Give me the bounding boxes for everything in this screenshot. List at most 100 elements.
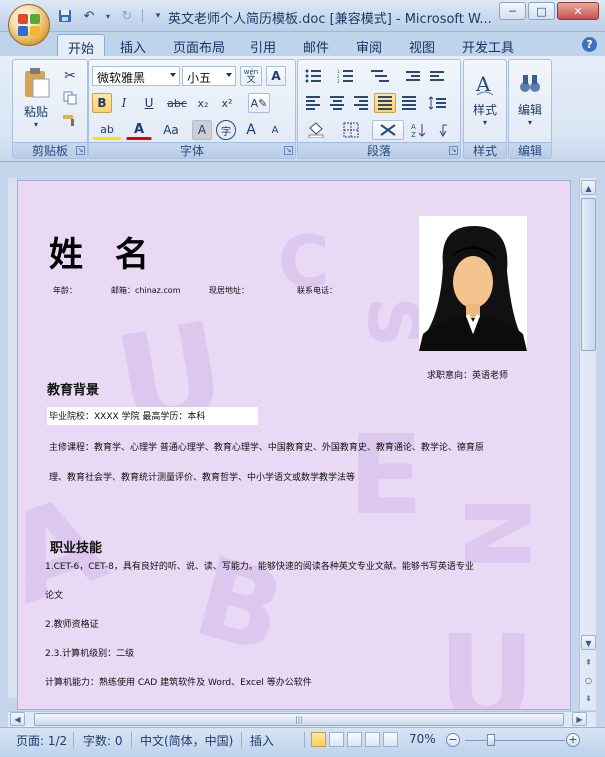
font-name-value: 微软雅黑: [97, 71, 146, 85]
horizontal-scrollbar[interactable]: ◀ ||| ▶: [8, 711, 596, 727]
tab-page-layout[interactable]: 页面布局: [163, 34, 235, 57]
prev-page-icon[interactable]: ⇞: [581, 655, 596, 670]
paste-button[interactable]: 粘贴 ▾: [17, 64, 55, 132]
justify-icon[interactable]: [374, 93, 396, 113]
outline-view-icon[interactable]: [365, 732, 380, 747]
superscript-button[interactable]: x²: [216, 93, 238, 113]
tab-insert[interactable]: 插入: [110, 34, 156, 57]
font-launcher-icon[interactable]: ↘: [284, 146, 293, 155]
shading-icon[interactable]: [302, 120, 332, 140]
svg-text:A: A: [411, 123, 416, 131]
info-email: 邮箱：chinaz.com: [111, 286, 181, 295]
show-formatting-icon[interactable]: [432, 120, 454, 140]
align-left-icon[interactable]: [302, 93, 324, 113]
scroll-thumb[interactable]: [581, 198, 596, 351]
tab-home[interactable]: 开始: [57, 34, 106, 57]
strikethrough-button[interactable]: abc: [164, 93, 190, 113]
customize-qat-icon[interactable]: ▾: [149, 7, 167, 25]
undo-icon[interactable]: ↶: [80, 7, 98, 25]
help-icon[interactable]: ?: [582, 37, 597, 52]
language-indicator[interactable]: 中文(简体，中国): [140, 732, 233, 749]
info-address: 现居地址：: [209, 286, 249, 295]
phonetic-guide-button[interactable]: wén 文: [240, 66, 262, 86]
subscript-button[interactable]: x₂: [192, 93, 214, 113]
undo-dropdown-icon[interactable]: ▾: [104, 7, 112, 25]
zoom-out-button[interactable]: −: [446, 733, 460, 747]
italic-button[interactable]: I: [114, 93, 134, 113]
shrink-font-button[interactable]: A: [264, 120, 286, 140]
zoom-in-button[interactable]: +: [566, 733, 580, 747]
font-color-button[interactable]: A: [126, 120, 152, 140]
word-count[interactable]: 字数: 0: [83, 732, 123, 749]
save-icon[interactable]: [56, 7, 74, 25]
clipboard-launcher-icon[interactable]: ↘: [76, 146, 85, 155]
ribbon-tabs: 开始 插入 页面布局 引用 邮件 审阅 视图 开发工具 ?: [0, 32, 605, 57]
tab-view[interactable]: 视图: [399, 34, 445, 57]
tab-review[interactable]: 审阅: [346, 34, 392, 57]
font-name-dropdown[interactable]: 微软雅黑: [92, 66, 180, 86]
styles-group: A 样式 ▾ 样式: [463, 59, 507, 159]
page-count[interactable]: 页面: 1/2: [16, 732, 67, 749]
tab-developer[interactable]: 开发工具: [452, 34, 524, 57]
scroll-right-icon[interactable]: ▶: [572, 712, 587, 726]
close-button[interactable]: ✕: [557, 2, 599, 20]
sort-icon[interactable]: AZ: [408, 120, 430, 140]
zoom-level[interactable]: 70%: [409, 732, 436, 746]
char-border-button[interactable]: A: [266, 66, 286, 86]
format-painter-icon[interactable]: [59, 110, 81, 130]
redo-icon[interactable]: ↻: [118, 7, 136, 25]
courses-line-2: 理、教育社会学、教育统计测量评价、教育哲学、中小学语文或数学教学法等: [49, 473, 356, 483]
paragraph-launcher-icon[interactable]: ↘: [449, 146, 458, 155]
scroll-left-icon[interactable]: ◀: [10, 712, 25, 726]
courses-line-1: 主修课程：教育学、心理学 普通心理学、教育心理学、中国教育史、外国教育史、教育通…: [49, 443, 484, 453]
clear-formatting-icon[interactable]: A✎: [248, 93, 270, 113]
watermark-letter: U: [105, 292, 236, 462]
vertical-scrollbar[interactable]: ▲ ▼ ⇞ ○ ⇟: [579, 178, 596, 710]
draft-view-icon[interactable]: [383, 732, 398, 747]
tab-mailings[interactable]: 邮件: [293, 34, 339, 57]
increase-indent-icon[interactable]: [426, 66, 448, 86]
grow-font-button[interactable]: A: [240, 120, 262, 140]
profile-photo: [419, 216, 527, 351]
web-layout-view-icon[interactable]: [347, 732, 362, 747]
line-spacing-icon[interactable]: [424, 93, 454, 113]
copy-icon[interactable]: [59, 88, 81, 108]
editing-button[interactable]: 编辑 ▾: [512, 64, 548, 134]
scroll-up-icon[interactable]: ▲: [581, 180, 596, 195]
maximize-button[interactable]: □: [528, 2, 555, 20]
office-button[interactable]: [8, 4, 50, 46]
bold-button[interactable]: B: [92, 93, 112, 113]
full-screen-reading-view-icon[interactable]: [329, 732, 344, 747]
browse-object-icon[interactable]: ○: [581, 673, 596, 688]
cut-icon[interactable]: ✂: [59, 66, 81, 86]
multilevel-list-icon[interactable]: [366, 66, 396, 86]
highlight-button[interactable]: ab: [92, 120, 122, 140]
zoom-slider-thumb[interactable]: [487, 734, 495, 746]
align-center-icon[interactable]: [326, 93, 348, 113]
change-case-button[interactable]: Aa: [156, 120, 186, 140]
underline-button[interactable]: U: [136, 93, 162, 113]
decrease-indent-icon[interactable]: [402, 66, 424, 86]
borders-icon[interactable]: [336, 120, 366, 140]
font-size-dropdown[interactable]: 小五: [182, 66, 236, 86]
enclose-char-button[interactable]: 字: [216, 120, 236, 140]
styles-button[interactable]: A 样式 ▾: [467, 64, 503, 134]
distributed-icon[interactable]: [398, 93, 420, 113]
scroll-down-icon[interactable]: ▼: [581, 635, 596, 650]
zoom-slider-track[interactable]: [465, 740, 565, 741]
skills-line-4: 2.3.计算机级别：二级: [45, 649, 135, 659]
insert-mode-indicator[interactable]: 插入: [250, 732, 274, 749]
print-layout-view-icon[interactable]: [311, 732, 326, 747]
next-page-icon[interactable]: ⇟: [581, 691, 596, 706]
chinese-layout-icon[interactable]: [372, 120, 404, 140]
hscroll-thumb[interactable]: |||: [34, 713, 564, 726]
bullets-icon[interactable]: [302, 66, 330, 86]
tab-references[interactable]: 引用: [240, 34, 286, 57]
minimize-button[interactable]: ─: [499, 2, 526, 20]
align-right-icon[interactable]: [350, 93, 372, 113]
status-separator: [304, 732, 305, 748]
numbering-icon[interactable]: 123: [334, 66, 362, 86]
font-size-value: 小五: [187, 71, 212, 85]
document-page[interactable]: U E N A B U S C 姓 名 年龄： 邮箱：chinaz.com 现居…: [17, 180, 571, 710]
char-shading-button[interactable]: A: [192, 120, 212, 140]
